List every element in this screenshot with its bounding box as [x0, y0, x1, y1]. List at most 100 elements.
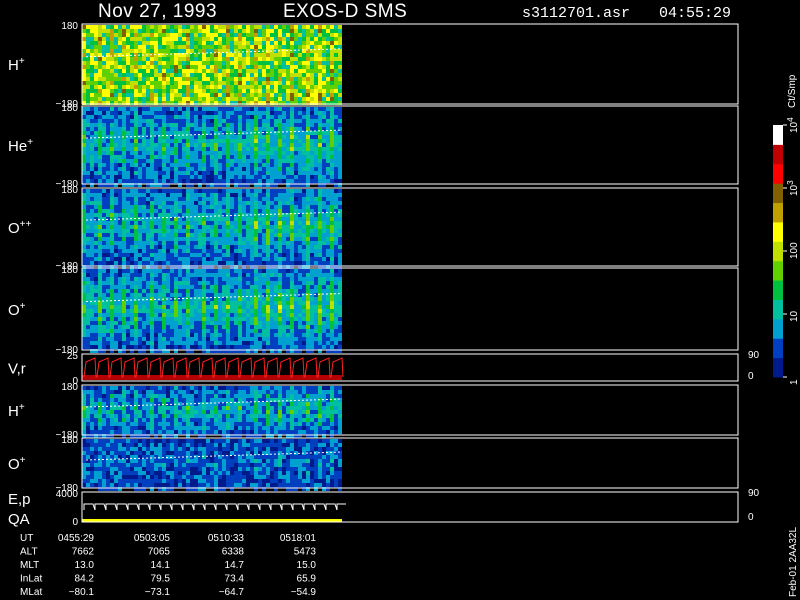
spectrogram-cell	[102, 225, 106, 229]
spectrogram-cell	[102, 97, 106, 101]
spectrogram-cell	[122, 85, 126, 89]
spectrogram-cell	[270, 337, 274, 341]
spectrogram-cell	[166, 257, 170, 261]
spectrogram-cell	[102, 341, 106, 345]
spectrogram-cell	[122, 131, 126, 135]
spectrogram-cell	[134, 273, 138, 277]
spectrogram-cell	[198, 37, 202, 41]
spectrogram-cell	[122, 155, 126, 159]
spectrogram-cell	[90, 189, 94, 193]
spectrogram-cell	[318, 65, 322, 69]
spectrogram-cell	[198, 221, 202, 225]
spectrogram-cell	[150, 77, 154, 81]
spectrogram-cell	[206, 285, 210, 289]
spectrogram-cell	[214, 65, 218, 69]
spectrogram-cell	[174, 277, 178, 281]
spectrogram-cell	[202, 29, 206, 33]
spectrogram-cell	[306, 53, 310, 57]
spectrogram-cell	[258, 111, 262, 115]
spectrogram-cell	[166, 309, 170, 313]
spectrogram-cell	[142, 321, 146, 325]
spectrogram-cell	[274, 151, 278, 155]
spectrogram-cell	[146, 179, 150, 183]
spectrogram-cell	[210, 69, 214, 73]
spectrogram-cell	[266, 85, 270, 89]
spectrogram-cell	[250, 341, 254, 345]
spectrogram-cell	[114, 127, 118, 131]
spectrogram-cell	[194, 69, 198, 73]
spectrogram-cell	[222, 293, 226, 297]
spectrogram-cell	[258, 237, 262, 241]
spectrogram-cell	[202, 241, 206, 245]
spectrogram-cell	[246, 301, 250, 305]
spectrogram-cell	[330, 167, 334, 171]
spectrogram-cell	[226, 205, 230, 209]
spectrogram-cell	[262, 297, 266, 301]
spectrogram-cell	[214, 257, 218, 261]
spectrogram-cell	[214, 189, 218, 193]
spectrogram-cell	[302, 289, 306, 293]
spectrogram-cell	[286, 69, 290, 73]
spectrogram-cell	[294, 29, 298, 33]
spectrogram-cell	[262, 57, 266, 61]
spectrogram-cell	[102, 127, 106, 131]
spectrogram-cell	[122, 205, 126, 209]
spectrogram-cell	[278, 205, 282, 209]
spectrogram-cell	[262, 205, 266, 209]
spectrogram-cell	[322, 143, 326, 147]
spectrogram-cell	[214, 281, 218, 285]
spectrogram-cell	[222, 193, 226, 197]
spectrogram-cell	[314, 81, 318, 85]
spectrogram-cell	[142, 333, 146, 337]
spectrogram-cell	[258, 93, 262, 97]
spectrogram-cell	[210, 337, 214, 341]
spectrogram-cell	[322, 33, 326, 37]
spectrogram-cell	[94, 57, 98, 61]
spectrogram-cell	[142, 49, 146, 53]
spectrogram-cell	[242, 321, 246, 325]
spectrogram-cell	[246, 65, 250, 69]
spectrogram-cell	[122, 69, 126, 73]
spectrogram-cell	[82, 193, 86, 197]
spectrogram-cell	[214, 201, 218, 205]
spectrogram-cell	[90, 293, 94, 297]
spectrogram-cell	[194, 309, 198, 313]
spectrogram-cell	[162, 313, 166, 317]
spectrogram-cell	[314, 65, 318, 69]
spectrogram-cell	[202, 333, 206, 337]
spectrogram-cell	[202, 257, 206, 261]
spectrogram-cell	[254, 167, 258, 171]
spectrogram-cell	[314, 261, 318, 265]
spectrogram-cell	[282, 127, 286, 131]
spectrogram-cell	[306, 301, 310, 305]
spectrogram-cell	[206, 57, 210, 61]
spectrogram-cell	[126, 221, 130, 225]
spectrogram-cell	[198, 293, 202, 297]
spectrogram-cell	[274, 317, 278, 321]
spectrogram-cell	[226, 77, 230, 81]
spectrogram-cell	[162, 245, 166, 249]
spectrogram-cell	[306, 345, 310, 349]
spectrogram-cell	[266, 89, 270, 93]
spectrogram-cell	[202, 237, 206, 241]
spectrogram-cell	[338, 217, 342, 221]
spectrogram-cell	[158, 293, 162, 297]
spectrogram-cell	[198, 139, 202, 143]
spectrogram-cell	[298, 225, 302, 229]
spectrogram-cell	[242, 25, 246, 29]
spectrogram-cell	[118, 253, 122, 257]
spectrogram-cell	[294, 61, 298, 65]
spectrogram-cell	[186, 131, 190, 135]
spectrogram-cell	[326, 197, 330, 201]
spectrogram-cell	[242, 325, 246, 329]
spectrogram-cell	[90, 115, 94, 119]
spectrogram-cell	[258, 301, 262, 305]
spectrogram-cell	[274, 119, 278, 123]
spectrogram-cell	[198, 285, 202, 289]
spectrogram-cell	[322, 257, 326, 261]
spectrogram-cell	[114, 309, 118, 313]
spectrogram-cell	[150, 209, 154, 213]
spectrogram-cell	[106, 273, 110, 277]
spectrogram-cell	[146, 41, 150, 45]
spectrogram-cell	[110, 37, 114, 41]
